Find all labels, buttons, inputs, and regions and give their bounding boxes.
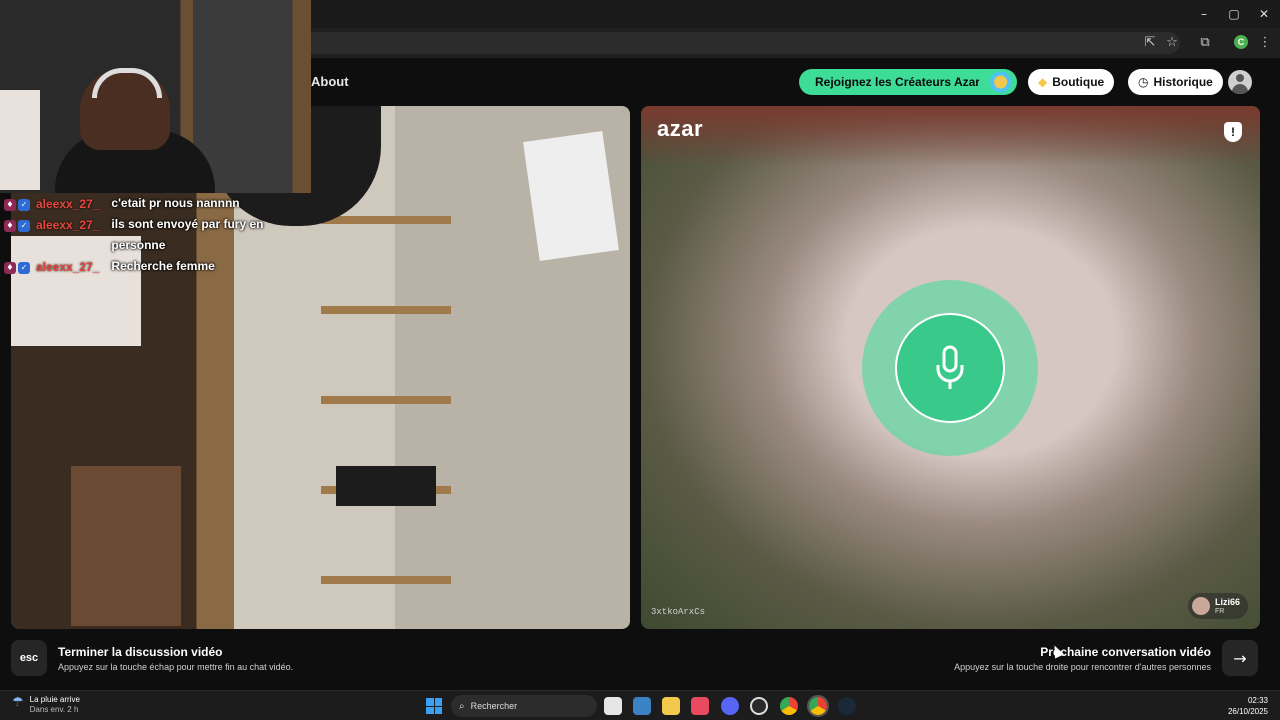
nav-about-link[interactable]: About	[311, 74, 349, 89]
history-button[interactable]: ◷ Historique	[1128, 69, 1223, 95]
next-call-title: Prochaine conversation vidéo	[1040, 645, 1211, 659]
subscriber-badge-icon: ♦	[4, 220, 16, 232]
discord-icon[interactable]	[721, 697, 739, 715]
shelf	[321, 216, 451, 224]
file-explorer-icon[interactable]	[662, 697, 680, 715]
subscriber-badge-icon: ♦	[4, 199, 16, 211]
partner-country: FR	[1214, 607, 1225, 615]
partner-badge-icon: ✓	[18, 262, 30, 274]
taskbar-search-placeholder: Rechercher	[470, 701, 518, 711]
chat-username: aleexx_27_	[36, 260, 100, 274]
shelf	[321, 576, 451, 584]
end-call-key[interactable]: esc	[11, 640, 47, 676]
streamer-webcam	[0, 0, 311, 193]
clock-time: 02:33	[1247, 696, 1268, 705]
shop-button[interactable]: ◆ Boutique	[1028, 69, 1115, 95]
shelf-item	[336, 466, 436, 506]
partner-badge-icon: ✓	[18, 220, 30, 232]
chat-text: ils sont envoyé par fury en personne	[111, 217, 264, 252]
chat-message: ♦ ✓ aleexx_27_ Recherche femme	[4, 259, 304, 277]
star-icon[interactable]: ☆	[1163, 34, 1181, 52]
report-shield-icon[interactable]: !	[1224, 122, 1242, 142]
session-id: 3xtkoArxCs	[651, 607, 706, 617]
subscriber-badge-icon: ♦	[4, 262, 16, 274]
clock-app-icon[interactable]	[750, 697, 768, 715]
jersey	[523, 131, 619, 261]
partner-avatar	[1191, 597, 1210, 615]
stream-chat: ♦ ✓ aleexx_27_ c'etait pr nous nannnn ♦ …	[4, 196, 304, 281]
steam-icon[interactable]	[838, 697, 856, 715]
address-bar[interactable]	[300, 32, 1180, 54]
shelf	[321, 396, 451, 404]
azar-logo: azar	[657, 116, 704, 141]
close-button[interactable]: ✕	[1249, 4, 1279, 24]
remote-video-blur	[641, 106, 1260, 166]
next-call-arrow-icon[interactable]: →	[1222, 640, 1258, 676]
chrome-icon[interactable]	[780, 697, 798, 715]
wall-poster	[0, 90, 40, 190]
extensions-icon[interactable]: ⧉	[1196, 34, 1214, 52]
weather-title: La pluie arrive	[29, 695, 80, 704]
end-call-title: Terminer la discussion vidéo	[58, 645, 223, 659]
mic-icon	[895, 313, 1005, 423]
app-icon[interactable]	[691, 697, 709, 715]
chat-message: ♦ ✓ aleexx_27_ ils sont envoyé par fury …	[4, 217, 304, 256]
door	[71, 466, 181, 626]
remote-video: azar ! 3xtkoArxCs Lizi66 FR	[641, 106, 1260, 629]
chat-username: aleexx_27_	[36, 218, 100, 232]
call-controls: esc Terminer la discussion vidéo Appuyez…	[0, 638, 1280, 690]
account-avatar[interactable]	[1228, 70, 1252, 94]
partner-badge-icon: ✓	[18, 199, 30, 211]
maximize-button[interactable]: ▢	[1219, 4, 1249, 24]
weather-subtitle: Dans env. 2 h	[29, 705, 79, 714]
clock-date: 26/10/2025	[1227, 707, 1268, 716]
start-icon[interactable]	[426, 698, 442, 714]
system-clock[interactable]: 02:33 26/10/2025	[1228, 695, 1268, 717]
menu-icon[interactable]: ⋮	[1256, 34, 1274, 52]
gem-icon: ◆	[1038, 75, 1048, 89]
chrome-active-icon[interactable]	[807, 695, 829, 717]
profile-icon[interactable]: C	[1234, 35, 1248, 49]
minimize-button[interactable]: –	[1189, 4, 1219, 24]
install-icon[interactable]: ⇱	[1141, 34, 1159, 52]
chat-text: Recherche femme	[111, 259, 215, 273]
umbrella-icon: ☂	[12, 695, 24, 710]
chat-text: c'etait pr nous nannnn	[111, 196, 240, 210]
taskbar: ☂ La pluie arrive Dans env. 2 h ⌕ Recher…	[0, 690, 1280, 720]
chat-message: ♦ ✓ aleexx_27_ c'etait pr nous nannnn	[4, 196, 304, 214]
clock-icon: ◷	[1138, 75, 1149, 89]
task-view-icon[interactable]	[604, 697, 622, 715]
next-call-hint: Appuyez sur la touche droite pour rencon…	[954, 662, 1211, 672]
partner-badge[interactable]: Lizi66 FR	[1187, 593, 1248, 619]
chat-username: aleexx_27_	[36, 197, 100, 211]
shop-label: Boutique	[1052, 75, 1105, 89]
store-icon[interactable]	[633, 697, 651, 715]
weather-widget[interactable]: ☂ La pluie arrive Dans env. 2 h	[12, 695, 80, 715]
shelf	[321, 306, 451, 314]
join-creators-label: Rejoignez les Créateurs Azar	[815, 75, 980, 89]
creators-badge-icon	[979, 69, 1015, 95]
end-call-hint: Appuyez sur la touche échap pour mettre …	[58, 662, 294, 672]
headset-icon	[92, 68, 162, 98]
join-creators-button[interactable]: Rejoignez les Créateurs Azar	[799, 69, 1017, 95]
taskbar-search[interactable]: ⌕ Rechercher	[451, 695, 597, 717]
partner-name: Lizi66	[1214, 596, 1240, 607]
history-label: Historique	[1153, 75, 1213, 89]
search-icon: ⌕	[459, 700, 465, 712]
